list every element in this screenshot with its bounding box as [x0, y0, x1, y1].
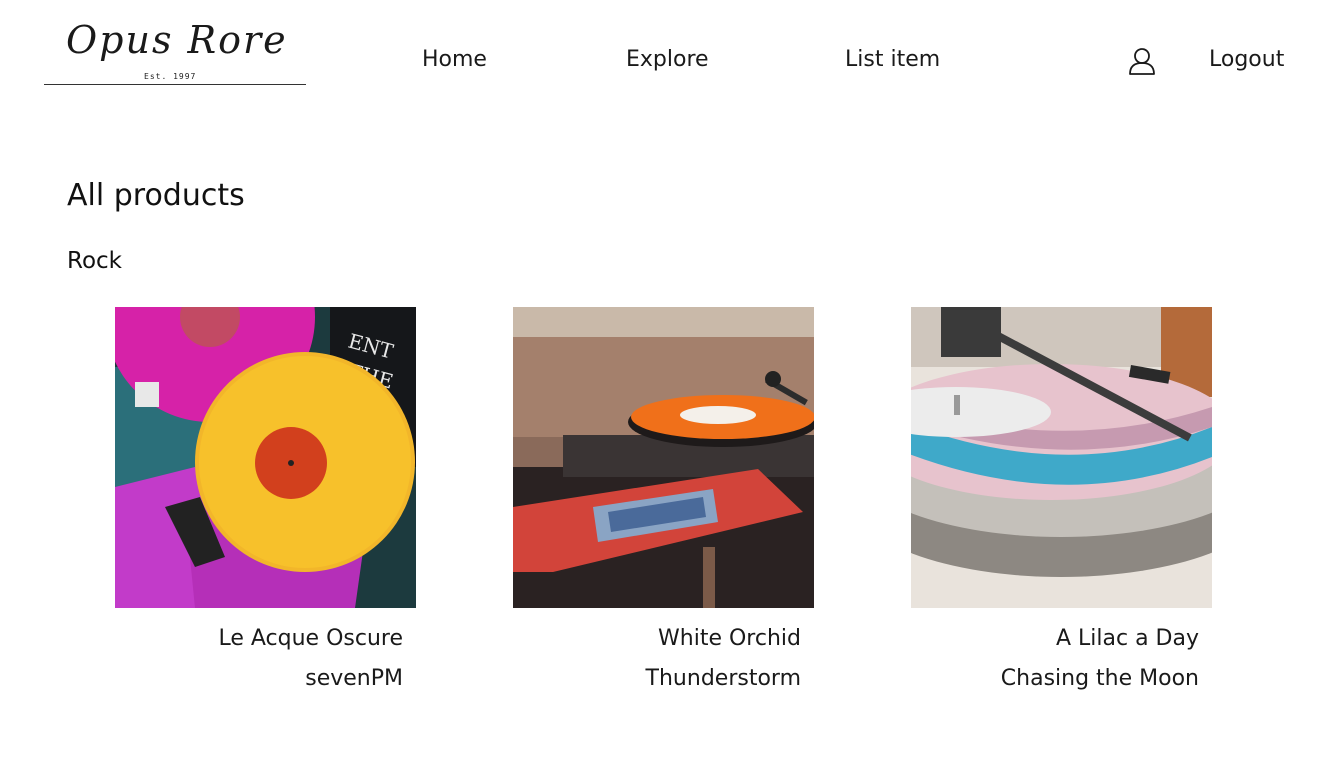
brand-name: Opus Rore	[66, 18, 288, 62]
nav-list-item-link[interactable]: List item	[845, 47, 940, 72]
product-image[interactable]: ENT THE	[115, 307, 416, 608]
nav-home-link[interactable]: Home	[422, 47, 487, 72]
page-title: All products	[67, 178, 245, 213]
brand-logo[interactable]: Opus Rore Est. 1997	[44, 14, 306, 88]
product-card[interactable]: A Lilac a Day Chasing the Moon	[911, 307, 1212, 691]
nav-explore-link[interactable]: Explore	[626, 47, 709, 72]
product-card[interactable]: White Orchid Thunderstorm	[513, 307, 814, 691]
product-title[interactable]: Le Acque Oscure	[218, 626, 403, 651]
product-title[interactable]: A Lilac a Day	[1056, 626, 1199, 651]
logout-link[interactable]: Logout	[1209, 47, 1284, 72]
section-title-rock: Rock	[67, 248, 122, 274]
product-image[interactable]	[911, 307, 1212, 608]
product-artist: Chasing the Moon	[1000, 666, 1199, 691]
product-image[interactable]	[513, 307, 814, 608]
product-card[interactable]: ENT THE Le Acque Oscure sevenPM	[115, 307, 416, 691]
product-artist: sevenPM	[305, 666, 403, 691]
user-icon[interactable]	[1127, 46, 1157, 76]
product-artist: Thunderstorm	[645, 666, 801, 691]
product-title[interactable]: White Orchid	[658, 626, 801, 651]
site-header: Opus Rore Est. 1997 Home Explore List it…	[0, 0, 1330, 110]
logo-underline	[44, 84, 306, 85]
brand-tagline: Est. 1997	[144, 72, 197, 81]
